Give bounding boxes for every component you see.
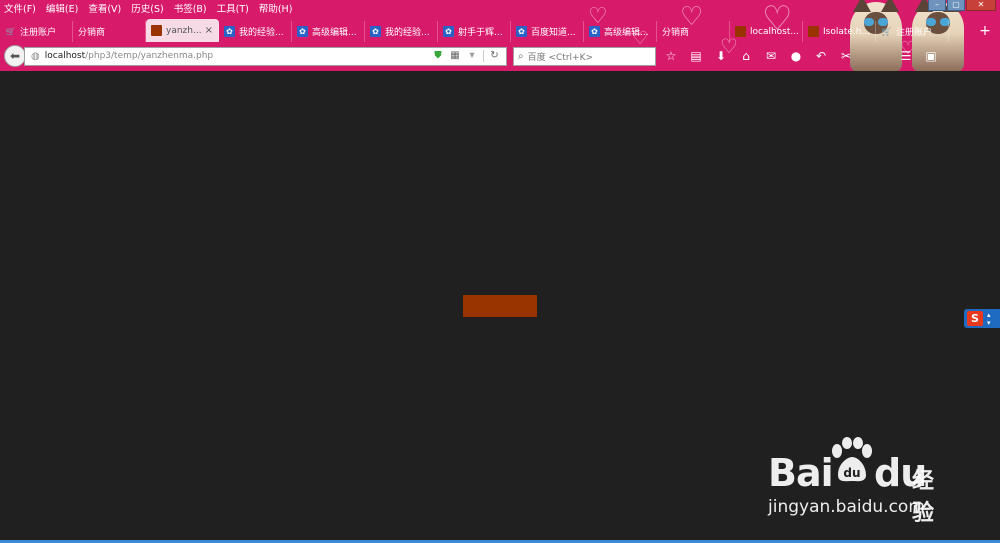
tabs: 🛒 注册账户 分销商 yanzh... × ✿ 我的经验... ✿ 高级编辑... ✿ 我的经验..… xyxy=(0,19,949,42)
tab-active[interactable]: yanzh... × xyxy=(146,19,219,42)
tab-label: 百度知道... xyxy=(531,28,576,38)
ime-dropdown-icon: ▴ ▾ xyxy=(987,310,991,327)
back-arrow-icon: ⬅ xyxy=(9,49,21,63)
menu-item[interactable]: 历史(S) xyxy=(131,1,163,15)
paw-icon: ✿ xyxy=(224,26,235,37)
clipboard-icon[interactable]: ▤ xyxy=(686,47,706,65)
captcha-image[interactable] xyxy=(463,295,537,317)
tab[interactable]: 分销商 xyxy=(657,21,730,42)
cart-icon: 🛒 xyxy=(5,27,16,36)
home-icon[interactable]: ⌂ xyxy=(736,47,756,65)
baidu-jingyan-watermark: Bai du du 经验 jingyan.baidu.com xyxy=(768,437,948,526)
shield-icon[interactable]: ⛊ xyxy=(432,50,444,62)
cart-icon: 🛒 xyxy=(881,27,892,36)
tab-label: 我的经验... xyxy=(385,28,430,38)
tab[interactable]: ✿ 百度知道... xyxy=(511,21,584,42)
undo-icon[interactable]: ↶ xyxy=(811,47,831,65)
download-icon[interactable]: ⬇ xyxy=(711,47,731,65)
extension-icon[interactable]: ● xyxy=(786,47,806,65)
ime-toolbar[interactable]: S ▴ ▾ xyxy=(964,309,1000,328)
back-button[interactable]: ⬅ xyxy=(4,45,26,67)
tab-label: 射手于辉... xyxy=(458,28,503,38)
tab-label: 注册账户 xyxy=(20,28,57,38)
tab-bar: 🛒 注册账户 分销商 yanzh... × ✿ 我的经验... ✿ 高级编辑... ✿ 我的经验..… xyxy=(0,19,1000,42)
tab-label: 高级编辑... xyxy=(312,28,357,38)
tab-label: 分销商 xyxy=(78,28,106,38)
svg-text:du: du xyxy=(843,466,860,480)
chat-icon[interactable]: ✉ xyxy=(761,47,781,65)
page-icon xyxy=(151,25,162,36)
tab[interactable]: 🛒 注册账户 xyxy=(0,21,73,42)
menu-item[interactable]: 工具(T) xyxy=(217,1,249,15)
paw-logo-icon: du xyxy=(832,437,872,482)
tab-label: 高级编辑... xyxy=(604,28,649,38)
tab-label: Isolate.h... xyxy=(823,26,871,37)
reload-icon[interactable]: ↻ xyxy=(483,50,501,62)
qr-code-icon[interactable]: ▦ xyxy=(449,50,461,62)
tab[interactable]: 🛒 注册账户 xyxy=(876,21,949,42)
tab[interactable]: ✿ 我的经验... xyxy=(219,21,292,42)
restore-button[interactable]: ▢ xyxy=(947,0,965,11)
paw-icon: ✿ xyxy=(516,26,527,37)
menu-item[interactable]: 书签(B) xyxy=(174,1,207,15)
watermark-bai: Bai xyxy=(768,451,834,495)
tab[interactable]: ✿ 射手于辉... xyxy=(438,21,511,42)
watermark-jingyan: 经验 xyxy=(912,469,935,526)
page-icon xyxy=(808,26,819,37)
navigation-bar: ⬅ ◍ localhost /php3/temp/yanzhenma.php ⛊… xyxy=(0,42,1000,70)
sidebar-icon[interactable]: ▣ xyxy=(921,47,941,65)
tab[interactable]: ✿ 高级编辑... xyxy=(292,21,365,42)
tab[interactable]: ✿ 我的经验... xyxy=(365,21,438,42)
tab[interactable]: 分销商 xyxy=(73,21,146,42)
tab-label: 注册账户 xyxy=(896,28,933,38)
menu-item[interactable]: 查看(V) xyxy=(88,1,121,15)
paw-icon: ✿ xyxy=(443,26,454,37)
dropdown-arrow-icon[interactable]: ▾ xyxy=(466,50,478,62)
menu-bar: 文件(F) 编辑(E) 查看(V) 历史(S) 书签(B) 工具(T) 帮助(H) xyxy=(0,0,1000,16)
page-icon xyxy=(735,26,746,37)
tab-label: localhost... xyxy=(750,26,799,37)
bookmark-star-icon[interactable]: ☆ xyxy=(661,47,681,65)
browser-chrome: ♡ ♡ ♡ ♡ ♡ ♡ 文件(F) 编辑(E) 查看(V) 历史(S) 书签(B) 工具(… xyxy=(0,0,1000,71)
tab[interactable]: localhost... xyxy=(730,21,803,42)
tab[interactable]: Isolate.h... xyxy=(803,21,876,42)
close-window-button[interactable]: ✕ xyxy=(966,0,996,11)
paw-icon: ✿ xyxy=(370,26,381,37)
url-host: localhost xyxy=(44,51,86,61)
site-identity-icon: ◍ xyxy=(31,50,40,62)
menu-item[interactable]: 文件(F) xyxy=(4,1,36,15)
new-tab-button[interactable]: + xyxy=(974,21,996,42)
search-placeholder: 百度 <Ctrl+K> xyxy=(527,52,594,63)
tab[interactable]: ✿ 高级编辑... xyxy=(584,21,657,42)
menu-item[interactable]: 帮助(H) xyxy=(259,1,293,15)
url-path: /php3/temp/yanzhenma.php xyxy=(85,51,214,61)
paw-icon: ✿ xyxy=(297,26,308,37)
minimize-button[interactable]: – xyxy=(928,0,946,11)
watermark-url: jingyan.baidu.com xyxy=(768,497,925,517)
menu-item[interactable]: 编辑(E) xyxy=(46,1,78,15)
tab-label: 分销商 xyxy=(662,28,690,38)
tab-label: 我的经验... xyxy=(239,28,284,38)
address-bar[interactable]: ◍ localhost /php3/temp/yanzhenma.php ⛊ ▦… xyxy=(24,46,507,66)
screenshot-icon[interactable]: ✂ xyxy=(836,47,856,65)
close-tab-icon[interactable]: × xyxy=(205,25,213,36)
window-controls: – ▢ ✕ xyxy=(927,0,996,11)
sogou-ime-icon: S xyxy=(967,311,983,326)
paw-icon: ✿ xyxy=(589,26,600,37)
menu-icon[interactable]: ☰ xyxy=(896,47,916,65)
search-icon: ⌕ xyxy=(518,50,524,62)
tab-label: yanzh... xyxy=(166,25,202,36)
page-content: S ▴ ▾ Bai du du 经验 jingyan.baidu.com xyxy=(0,71,1000,540)
search-bar[interactable]: ⌕ 百度 <Ctrl+K> xyxy=(513,46,656,66)
